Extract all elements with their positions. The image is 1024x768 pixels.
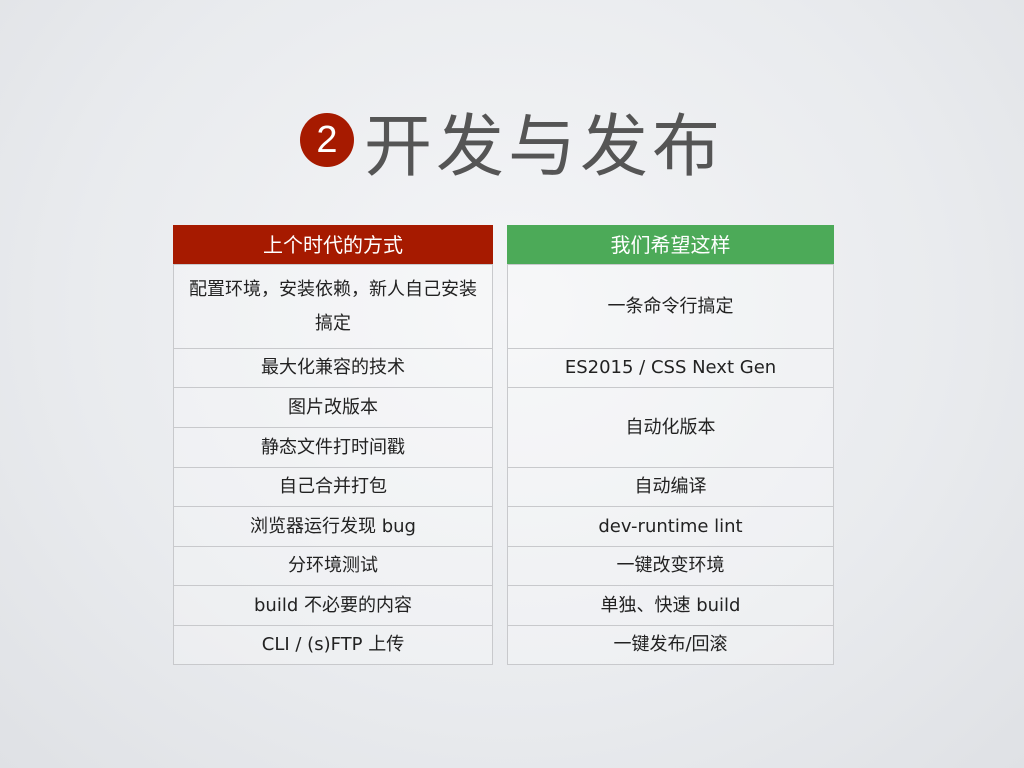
left-table-cell: 最大化兼容的技术: [173, 348, 493, 388]
right-table-cell: 一键发布/回滚: [507, 625, 834, 665]
right-table-header: 我们希望这样: [507, 225, 834, 264]
right-table-cell: dev-runtime lint: [507, 506, 834, 547]
left-table-cell: build 不必要的内容: [173, 585, 493, 626]
slide-title: 2 开发与发布: [0, 100, 1024, 187]
left-table-cell: CLI / (s)FTP 上传: [173, 625, 493, 665]
left-table-cell: 浏览器运行发现 bug: [173, 506, 493, 547]
right-table-cell: 一条命令行搞定: [507, 264, 834, 349]
right-table-cell: ES2015 / CSS Next Gen: [507, 348, 834, 388]
title-text: 开发与发布: [363, 107, 724, 187]
left-table-cell: 自己合并打包: [173, 467, 493, 507]
left-table-cell: 分环境测试: [173, 546, 493, 586]
left-table-cell: 静态文件打时间戳: [173, 427, 493, 468]
right-table-cell: 自动编译: [507, 467, 834, 507]
left-table-cell: 配置环境，安装依赖，新人自己安装搞定: [173, 264, 493, 349]
right-table-cell: 单独、快速 build: [507, 585, 834, 626]
right-table-cell: 一键改变环境: [507, 546, 834, 586]
left-table-cell: 图片改版本: [173, 387, 493, 428]
left-table-header: 上个时代的方式: [173, 225, 493, 264]
step-number-badge: 2: [299, 113, 354, 167]
right-table-cell: 自动化版本: [507, 387, 834, 468]
